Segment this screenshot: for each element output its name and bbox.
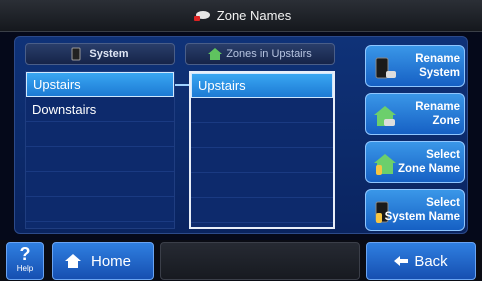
button-label-line: Rename — [415, 53, 460, 65]
rename-zone-button[interactable]: Rename Zone — [365, 93, 465, 135]
empty-row — [26, 197, 174, 222]
footer-spacer — [160, 242, 360, 280]
empty-row — [26, 122, 174, 147]
house-icon — [374, 106, 396, 126]
home-label: Home — [91, 252, 132, 270]
empty-row — [191, 198, 333, 223]
rename-system-button[interactable]: Rename System — [365, 45, 465, 87]
select-zone-name-button[interactable]: Select Zone Name — [365, 141, 465, 183]
home-icon — [65, 254, 81, 268]
button-label-line: System Name — [384, 211, 460, 223]
help-button[interactable]: ? Help — [6, 242, 44, 280]
button-label-line: Select — [426, 149, 460, 161]
empty-row — [26, 147, 174, 172]
back-button[interactable]: Back — [366, 242, 476, 280]
button-label-line: Rename — [415, 101, 460, 113]
selection-connector — [175, 84, 189, 86]
empty-row — [191, 173, 333, 198]
zone-names-screen: Zone Names System Zones in Upstairs Upst… — [0, 0, 482, 281]
help-icon: ? — [19, 244, 31, 264]
empty-row — [191, 98, 333, 123]
select-system-name-button[interactable]: Select System Name — [365, 189, 465, 231]
button-label-line: Zone — [432, 115, 460, 127]
button-label-line: Zone Name — [398, 163, 460, 175]
footer-bar: ? Help Home Back — [0, 240, 482, 281]
sensor-icon — [193, 10, 210, 21]
help-label: Help — [16, 264, 34, 273]
zones-column-header: Zones in Upstairs — [185, 43, 335, 65]
system-list: Upstairs Downstairs — [25, 71, 175, 229]
thermostat-icon — [71, 47, 81, 61]
system-column-header: System — [25, 43, 175, 65]
house-icon — [208, 48, 223, 60]
empty-row — [191, 148, 333, 173]
zone-panel: System Zones in Upstairs Upstairs Downst… — [14, 36, 468, 234]
empty-row — [26, 172, 174, 197]
zone-list-item[interactable]: Upstairs — [191, 73, 333, 98]
system-header-label: System — [89, 48, 129, 60]
zones-header-label: Zones in Upstairs — [226, 48, 312, 60]
button-label-line: System — [419, 67, 460, 79]
button-label-line: Select — [426, 197, 460, 209]
home-button[interactable]: Home — [52, 242, 154, 280]
arrow-left-icon — [394, 256, 409, 266]
system-list-item[interactable]: Upstairs — [26, 72, 174, 97]
page-title: Zone Names — [216, 8, 292, 23]
zone-list: Upstairs — [189, 71, 335, 229]
thermostat-icon — [375, 57, 396, 79]
back-label: Back — [414, 252, 448, 270]
header-bar: Zone Names — [0, 0, 482, 32]
system-list-item[interactable]: Downstairs — [26, 97, 174, 122]
house-hand-icon — [374, 154, 396, 175]
empty-row — [191, 123, 333, 148]
